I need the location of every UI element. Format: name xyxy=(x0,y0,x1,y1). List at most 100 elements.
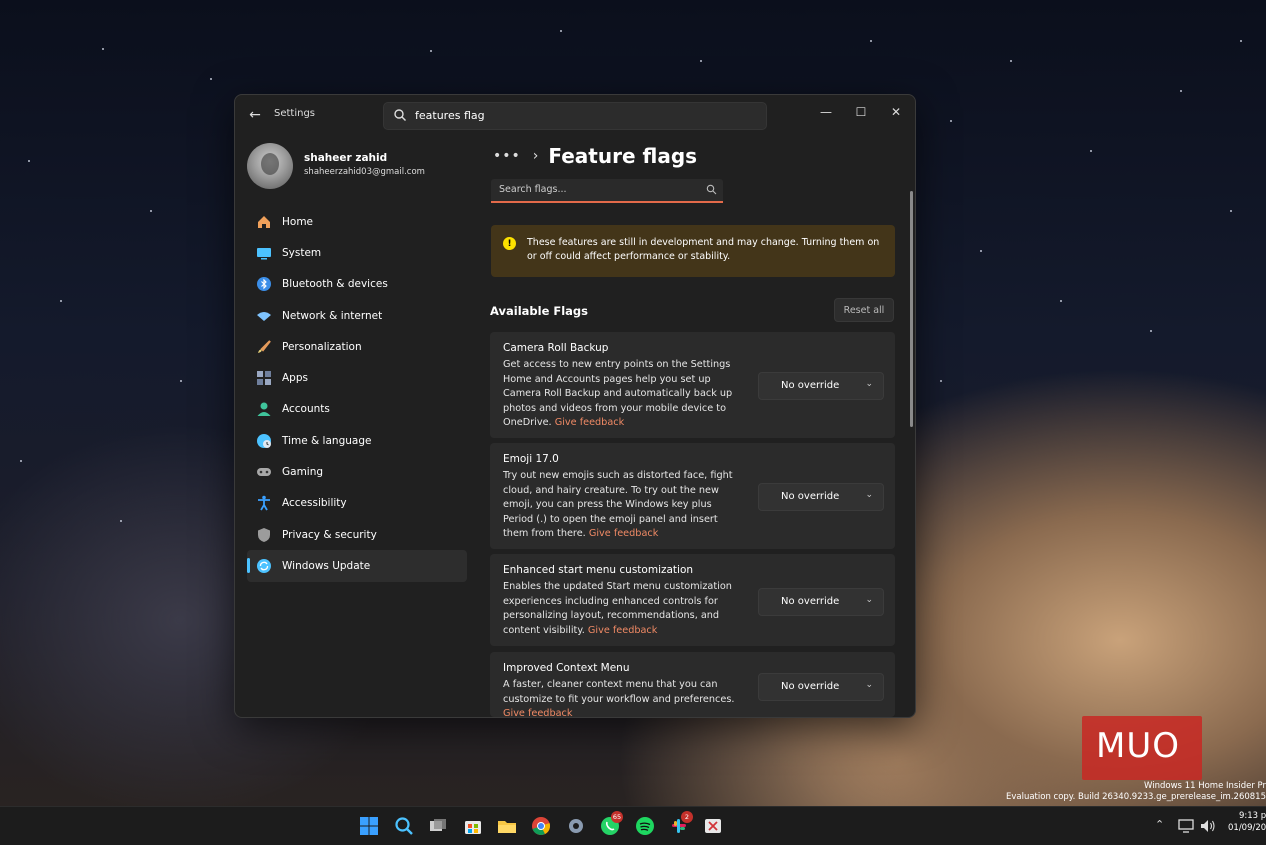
display-icon[interactable] xyxy=(1178,819,1194,833)
avatar xyxy=(247,143,293,189)
sidebar-item-label: Gaming xyxy=(282,466,324,479)
settings-window: ← Settings features flag — ☐ ✕ shaheer z… xyxy=(234,94,916,718)
select-value: No override xyxy=(781,596,840,607)
chevron-down-icon: ⌄ xyxy=(865,595,873,605)
sidebar-item-home[interactable]: Home xyxy=(247,206,467,237)
search-icon xyxy=(394,109,406,121)
flag-override-select[interactable]: No override ⌄ xyxy=(758,588,884,616)
main-content: ••• › Feature flags Search flags... ! Th… xyxy=(479,135,915,717)
spotify-icon[interactable] xyxy=(635,816,655,836)
give-feedback-link[interactable]: Give feedback xyxy=(503,708,572,717)
sidebar-item-system[interactable]: System xyxy=(247,237,467,268)
chrome-icon[interactable] xyxy=(531,816,551,836)
flag-description: A faster, cleaner context menu that you … xyxy=(503,678,741,717)
globe-icon xyxy=(255,432,272,449)
sidebar-nav: Home System Bluetooth & devices Network … xyxy=(247,206,467,582)
flag-title: Enhanced start menu customization xyxy=(503,564,694,576)
give-feedback-link[interactable]: Give feedback xyxy=(589,528,658,539)
muo-logo-text: MUO xyxy=(1096,726,1180,766)
file-explorer-icon[interactable] xyxy=(497,816,517,836)
search-icon[interactable] xyxy=(394,816,414,836)
flag-description: Get access to new entry points on the Se… xyxy=(503,358,741,431)
shield-icon xyxy=(255,526,272,543)
store-icon[interactable] xyxy=(463,816,483,836)
home-icon xyxy=(255,213,272,230)
warning-text: These features are still in development … xyxy=(527,237,880,262)
minimize-button[interactable]: — xyxy=(811,100,841,124)
content-scrollbar[interactable] xyxy=(910,191,913,427)
sidebar-item-label: Accounts xyxy=(282,403,330,416)
task-view-icon[interactable] xyxy=(428,816,448,836)
sidebar-item-label: Network & internet xyxy=(282,309,383,322)
network-icon xyxy=(255,307,272,324)
close-button[interactable]: ✕ xyxy=(881,100,911,124)
sidebar-item-label: Apps xyxy=(282,372,308,385)
accounts-icon xyxy=(255,401,272,418)
flag-description-text: A faster, cleaner context menu that you … xyxy=(503,679,735,705)
title-bar: ← Settings features flag — ☐ ✕ xyxy=(235,95,915,135)
page-title: Feature flags xyxy=(548,144,698,168)
clock-time: 9:13 p xyxy=(1239,811,1266,821)
give-feedback-link[interactable]: Give feedback xyxy=(588,625,657,636)
start-icon[interactable] xyxy=(359,816,379,836)
flag-override-select[interactable]: No override ⌄ xyxy=(758,483,884,511)
flag-description: Try out new emojis such as distorted fac… xyxy=(503,469,741,542)
flag-card-context-menu: Improved Context Menu A faster, cleaner … xyxy=(490,652,895,717)
minimize-icon: — xyxy=(820,105,832,119)
reset-all-button[interactable]: Reset all xyxy=(834,298,894,322)
sidebar-item-gaming[interactable]: Gaming xyxy=(247,456,467,487)
more-icon[interactable]: ••• xyxy=(493,148,521,164)
gaming-icon xyxy=(255,464,272,481)
brush-icon xyxy=(255,338,272,355)
close-icon: ✕ xyxy=(890,105,902,119)
search-flags-input[interactable]: Search flags... xyxy=(491,179,723,203)
eval-line-2: Evaluation copy. Build 26340.9233.ge_pre… xyxy=(1005,792,1266,802)
snipping-tool-icon[interactable] xyxy=(703,816,723,836)
search-flags-placeholder: Search flags... xyxy=(499,184,567,195)
sidebar-item-accounts[interactable]: Accounts xyxy=(247,394,467,425)
sidebar-item-label: Home xyxy=(282,215,314,228)
system-icon xyxy=(255,244,272,261)
flag-override-select[interactable]: No override ⌄ xyxy=(758,673,884,701)
sidebar-item-privacy-security[interactable]: Privacy & security xyxy=(247,519,467,550)
evaluation-watermark: Windows 11 Home Insider Pr Evaluation co… xyxy=(1006,781,1266,803)
sidebar-item-personalization[interactable]: Personalization xyxy=(247,331,467,362)
tray-chevron-up-icon[interactable]: ⌃ xyxy=(1155,818,1164,831)
taskbar: 65 2 ⌃ xyxy=(0,806,1266,845)
select-value: No override xyxy=(781,491,840,502)
whatsapp-badge: 65 xyxy=(611,811,623,823)
slack-badge: 2 xyxy=(681,811,693,823)
settings-gear-icon[interactable] xyxy=(566,816,586,836)
eval-line-1: Windows 11 Home Insider Pr xyxy=(1144,781,1266,791)
maximize-button[interactable]: ☐ xyxy=(846,100,876,124)
warning-banner: ! These features are still in developmen… xyxy=(491,225,895,277)
sidebar-item-apps[interactable]: Apps xyxy=(247,362,467,393)
chevron-down-icon: ⌄ xyxy=(865,379,873,389)
user-profile[interactable]: shaheer zahid shaheerzahid03@gmail.com xyxy=(247,143,467,189)
sidebar-item-time-language[interactable]: Time & language xyxy=(247,425,467,456)
flag-card-camera-roll-backup: Camera Roll Backup Get access to new ent… xyxy=(490,332,895,438)
arrow-left-icon: ← xyxy=(249,107,261,123)
flag-title: Camera Roll Backup xyxy=(503,342,609,354)
give-feedback-link[interactable]: Give feedback xyxy=(555,417,624,428)
settings-search-input[interactable]: features flag xyxy=(383,102,767,130)
sidebar-item-network[interactable]: Network & internet xyxy=(247,300,467,331)
sidebar-item-label: Privacy & security xyxy=(282,528,377,541)
sidebar-item-label: Windows Update xyxy=(282,559,371,572)
sidebar-item-label: Time & language xyxy=(282,434,372,447)
volume-icon[interactable] xyxy=(1200,819,1216,833)
flag-title: Emoji 17.0 xyxy=(503,453,559,465)
flag-title: Improved Context Menu xyxy=(503,662,630,674)
profile-name: shaheer zahid xyxy=(304,152,388,164)
tray-clock[interactable]: 9:13 p 01/09/20 xyxy=(1228,810,1266,834)
sidebar-item-accessibility[interactable]: Accessibility xyxy=(247,488,467,519)
back-button[interactable]: ← xyxy=(245,105,265,125)
chevron-down-icon: ⌄ xyxy=(865,680,873,690)
breadcrumb: ••• › Feature flags xyxy=(493,141,697,171)
muo-logo: MUO xyxy=(1082,716,1202,780)
sidebar-item-bluetooth[interactable]: Bluetooth & devices xyxy=(247,269,467,300)
bluetooth-icon xyxy=(255,276,272,293)
sidebar-item-windows-update[interactable]: Windows Update xyxy=(247,550,467,582)
chevron-right-icon: › xyxy=(532,148,539,164)
flag-override-select[interactable]: No override ⌄ xyxy=(758,372,884,400)
